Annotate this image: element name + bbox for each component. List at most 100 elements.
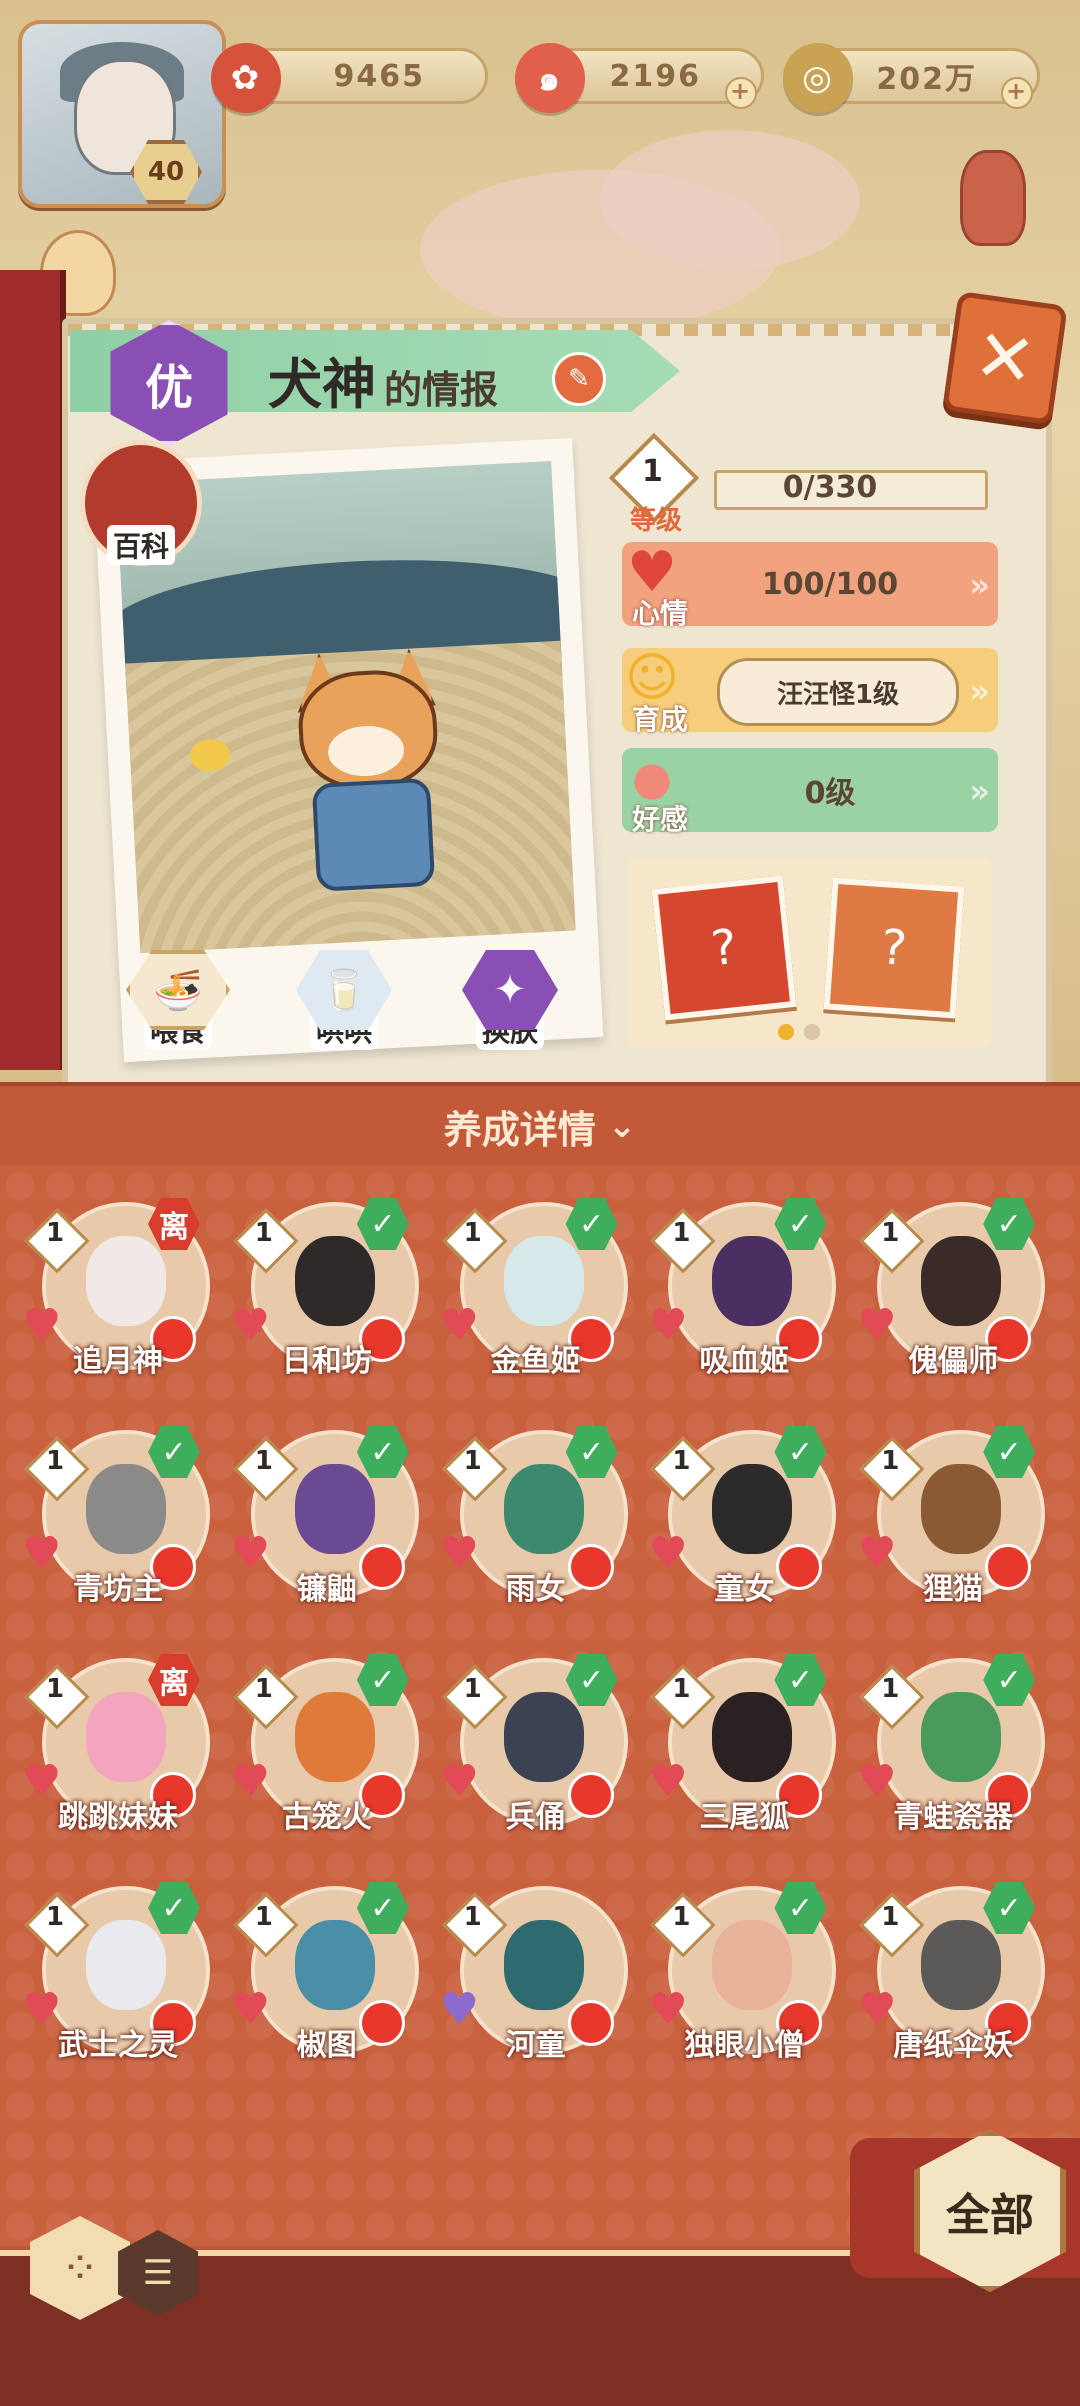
monster-face [294,1920,375,2010]
monster-level: 1 [881,1218,900,1248]
book-spine [0,270,66,1070]
monster-name: 河童 [505,2028,566,2063]
mystery-frame-card[interactable]: ? [823,877,965,1019]
monster-card[interactable]: 1 ✓ ♥ 椒图 [227,1880,427,2063]
page-title: 犬神 的情报 [268,340,498,419]
monster-level: 1 [46,1446,65,1476]
monster-level: 1 [254,1218,273,1248]
filter-all-button[interactable]: 全部 [850,2130,1080,2292]
add-magatama-button[interactable]: + [725,77,757,109]
monster-card[interactable]: 1 ✓ ♥ 武士之灵 [18,1880,218,2063]
monster-level-badge: 1 [859,1664,925,1730]
monster-card[interactable]: 1 ✓ ♥ 吸血姬 [644,1196,844,1379]
monster-level: 1 [463,1218,482,1248]
monster-card[interactable]: 1 ✓ ♥ 傀儡师 [853,1196,1053,1379]
monster-level: 1 [254,1902,273,1932]
monster-face [86,1464,166,1554]
monster-level-badge: 1 [859,1208,925,1274]
monster-level: 1 [881,1902,900,1932]
monster-card[interactable]: 1 ✓ ♥ 日和坊 [227,1196,427,1379]
monster-level: 1 [254,1674,273,1704]
chevron-down-icon: ⌄ [607,1106,637,1146]
monster-name: 镰鼬 [296,1572,357,1607]
monster-face [503,1236,584,1326]
monster-name: 椒图 [296,2028,357,2063]
carousel-dot[interactable] [778,1024,794,1040]
monster-face [294,1692,375,1782]
favor-row[interactable]: ● 好感 0级 » [622,748,998,836]
coax-button[interactable]: 🥛 哄哄 [294,950,394,1050]
growth-row[interactable]: ☺ 育成 汪汪怪1级 » [622,648,998,736]
carousel-dot[interactable] [804,1024,820,1040]
close-button[interactable]: ✕ [942,290,1068,426]
mystery-reward-card[interactable]: ? [651,875,797,1021]
monster-level-badge: 1 [24,1664,90,1730]
monster-level: 1 [46,1218,65,1248]
monster-level: 1 [881,1674,900,1704]
monster-name: 童女 [714,1572,775,1607]
monster-face [921,1236,1002,1326]
mood-value: 100/100 [761,566,899,602]
encyclopedia-label: 百科 [106,525,175,565]
monster-card[interactable]: 1 ✓ ♥ 狸猫 [853,1424,1053,1607]
monster-level: 1 [46,1902,65,1932]
chevron-right-icon: » [969,772,990,810]
monster-card[interactable]: 1 ✓ ♥ 三尾狐 [644,1652,844,1835]
monster-level-badge: 1 [859,1436,925,1502]
level-value: 1 [642,454,663,489]
monster-name: 追月神 [73,1344,163,1379]
monster-level: 1 [254,1446,273,1476]
carousel-dots [778,1024,820,1040]
title-suffix: 的情报 [384,368,499,412]
detail-toggle[interactable]: 养成详情 ⌄ [0,1082,1080,1170]
monster-card[interactable]: 1 ✓ ♥ 青蛙瓷器 [853,1652,1053,1835]
monster-card[interactable]: 1 ✓ ♥ 兵俑 [436,1652,636,1835]
growth-value: 汪汪怪1级 [717,658,959,726]
monster-level-badge: 1 [859,1892,925,1958]
monster-level: 1 [672,1902,691,1932]
monster-card[interactable]: 1 ♥ 河童 [436,1880,636,2063]
monster-card[interactable]: 1 ✓ ♥ 青坊主 [18,1424,218,1607]
monster-level: 1 [672,1218,691,1248]
monster-level-badge: 1 [24,1436,90,1502]
monster-name: 雨女 [505,1572,566,1607]
monster-card[interactable]: 1 ✓ ♥ 独眼小僧 [644,1880,844,2063]
monster-level: 1 [463,1902,482,1932]
favor-label: 好感 [632,803,689,836]
currency-plum: ✿ 9465 [211,43,488,113]
change-skin-button[interactable]: ✦ 换肤 [460,950,560,1050]
chevron-right-icon: » [969,566,990,604]
monster-level: 1 [672,1674,691,1704]
monster-card[interactable]: 1 ✓ ♥ 雨女 [436,1424,636,1607]
monster-face [712,1920,793,2010]
inugami-character[interactable] [276,667,457,896]
coin-icon: ◎ [783,43,853,113]
monster-level-badge: 1 [24,1892,90,1958]
monster-level-badge: 1 [233,1208,299,1274]
monster-level-badge: 1 [650,1892,716,1958]
monster-card[interactable]: 1 ✓ ♥ 唐纸伞妖 [853,1880,1053,2063]
monster-name: 金鱼姬 [490,1344,581,1379]
encyclopedia-button[interactable]: 百科 [80,440,202,566]
monster-card[interactable]: 1 ✓ ♥ 古笼火 [227,1652,427,1835]
mood-row[interactable]: ♥ 心情 100/100 » [622,540,998,630]
monster-name: 日和坊 [281,1344,372,1379]
monster-face [921,1692,1002,1782]
level-row: 1 等级 0/330 [608,432,998,536]
monster-card[interactable]: 1 ✓ ♥ 童女 [644,1424,844,1607]
monster-level-badge: 1 [650,1664,716,1730]
dog-body [311,777,436,892]
add-coin-button[interactable]: + [1001,77,1033,109]
monster-card[interactable]: 1 ✓ ♥ 金鱼姬 [436,1196,636,1379]
feed-button[interactable]: 🍜 喂食 [126,950,230,1050]
monster-card[interactable]: 1 离 ♥ 跳跳妹妹 [18,1652,218,1835]
currency-value: 202万 [876,62,977,97]
detail-header-label: 养成详情 [443,1107,596,1152]
monster-card[interactable]: 1 离 ♥ 追月神 [18,1196,218,1379]
monster-card[interactable]: 1 ✓ ♥ 镰鼬 [227,1424,427,1607]
fish-lantern-icon [960,150,1026,246]
rename-button[interactable]: ✎ [552,352,606,406]
monster-level-badge: 1 [650,1436,716,1502]
monster-face [503,1692,584,1782]
monster-level-badge: 1 [442,1436,508,1502]
